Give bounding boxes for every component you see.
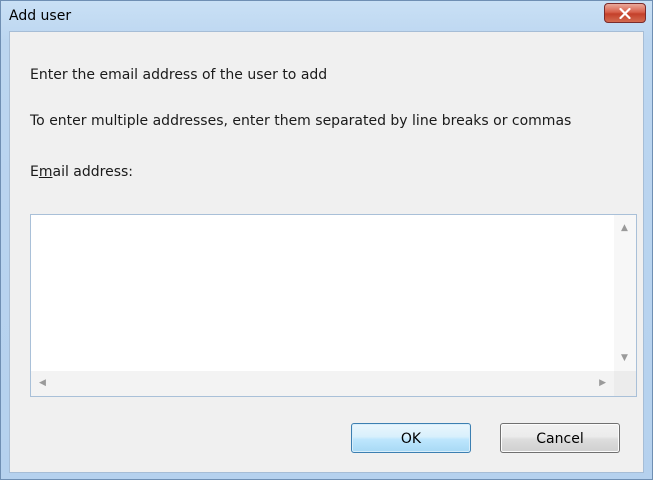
ok-button[interactable]: OK [351,423,471,453]
scroll-down-icon[interactable]: ▼ [621,353,628,363]
add-user-dialog: Add user Enter the email address of the … [0,0,653,480]
window-title: Add user [9,8,72,24]
email-address-field: ▲ ▼ ◀ ▶ [30,214,637,397]
instruction-text: Enter the email address of the user to a… [30,67,328,83]
scroll-right-icon[interactable]: ▶ [599,378,606,388]
email-label-mnemonic: m [38,164,53,180]
email-address-input[interactable] [31,215,614,371]
close-button[interactable] [604,3,646,23]
scrollbar-corner [614,371,636,396]
horizontal-scrollbar[interactable]: ◀ ▶ [31,371,614,396]
close-icon [619,8,631,19]
multiple-addresses-hint: To enter multiple addresses, enter them … [30,113,572,129]
title-bar[interactable]: Add user [1,1,652,31]
scroll-up-icon[interactable]: ▲ [621,223,628,233]
scroll-left-icon[interactable]: ◀ [39,378,46,388]
email-label-prefix: E [30,164,39,180]
cancel-button[interactable]: Cancel [500,423,620,453]
email-label-suffix: ail address: [52,164,134,180]
email-address-label: Email address: [30,162,133,182]
dialog-content: Enter the email address of the user to a… [9,31,644,473]
vertical-scrollbar[interactable]: ▲ ▼ [614,215,636,371]
